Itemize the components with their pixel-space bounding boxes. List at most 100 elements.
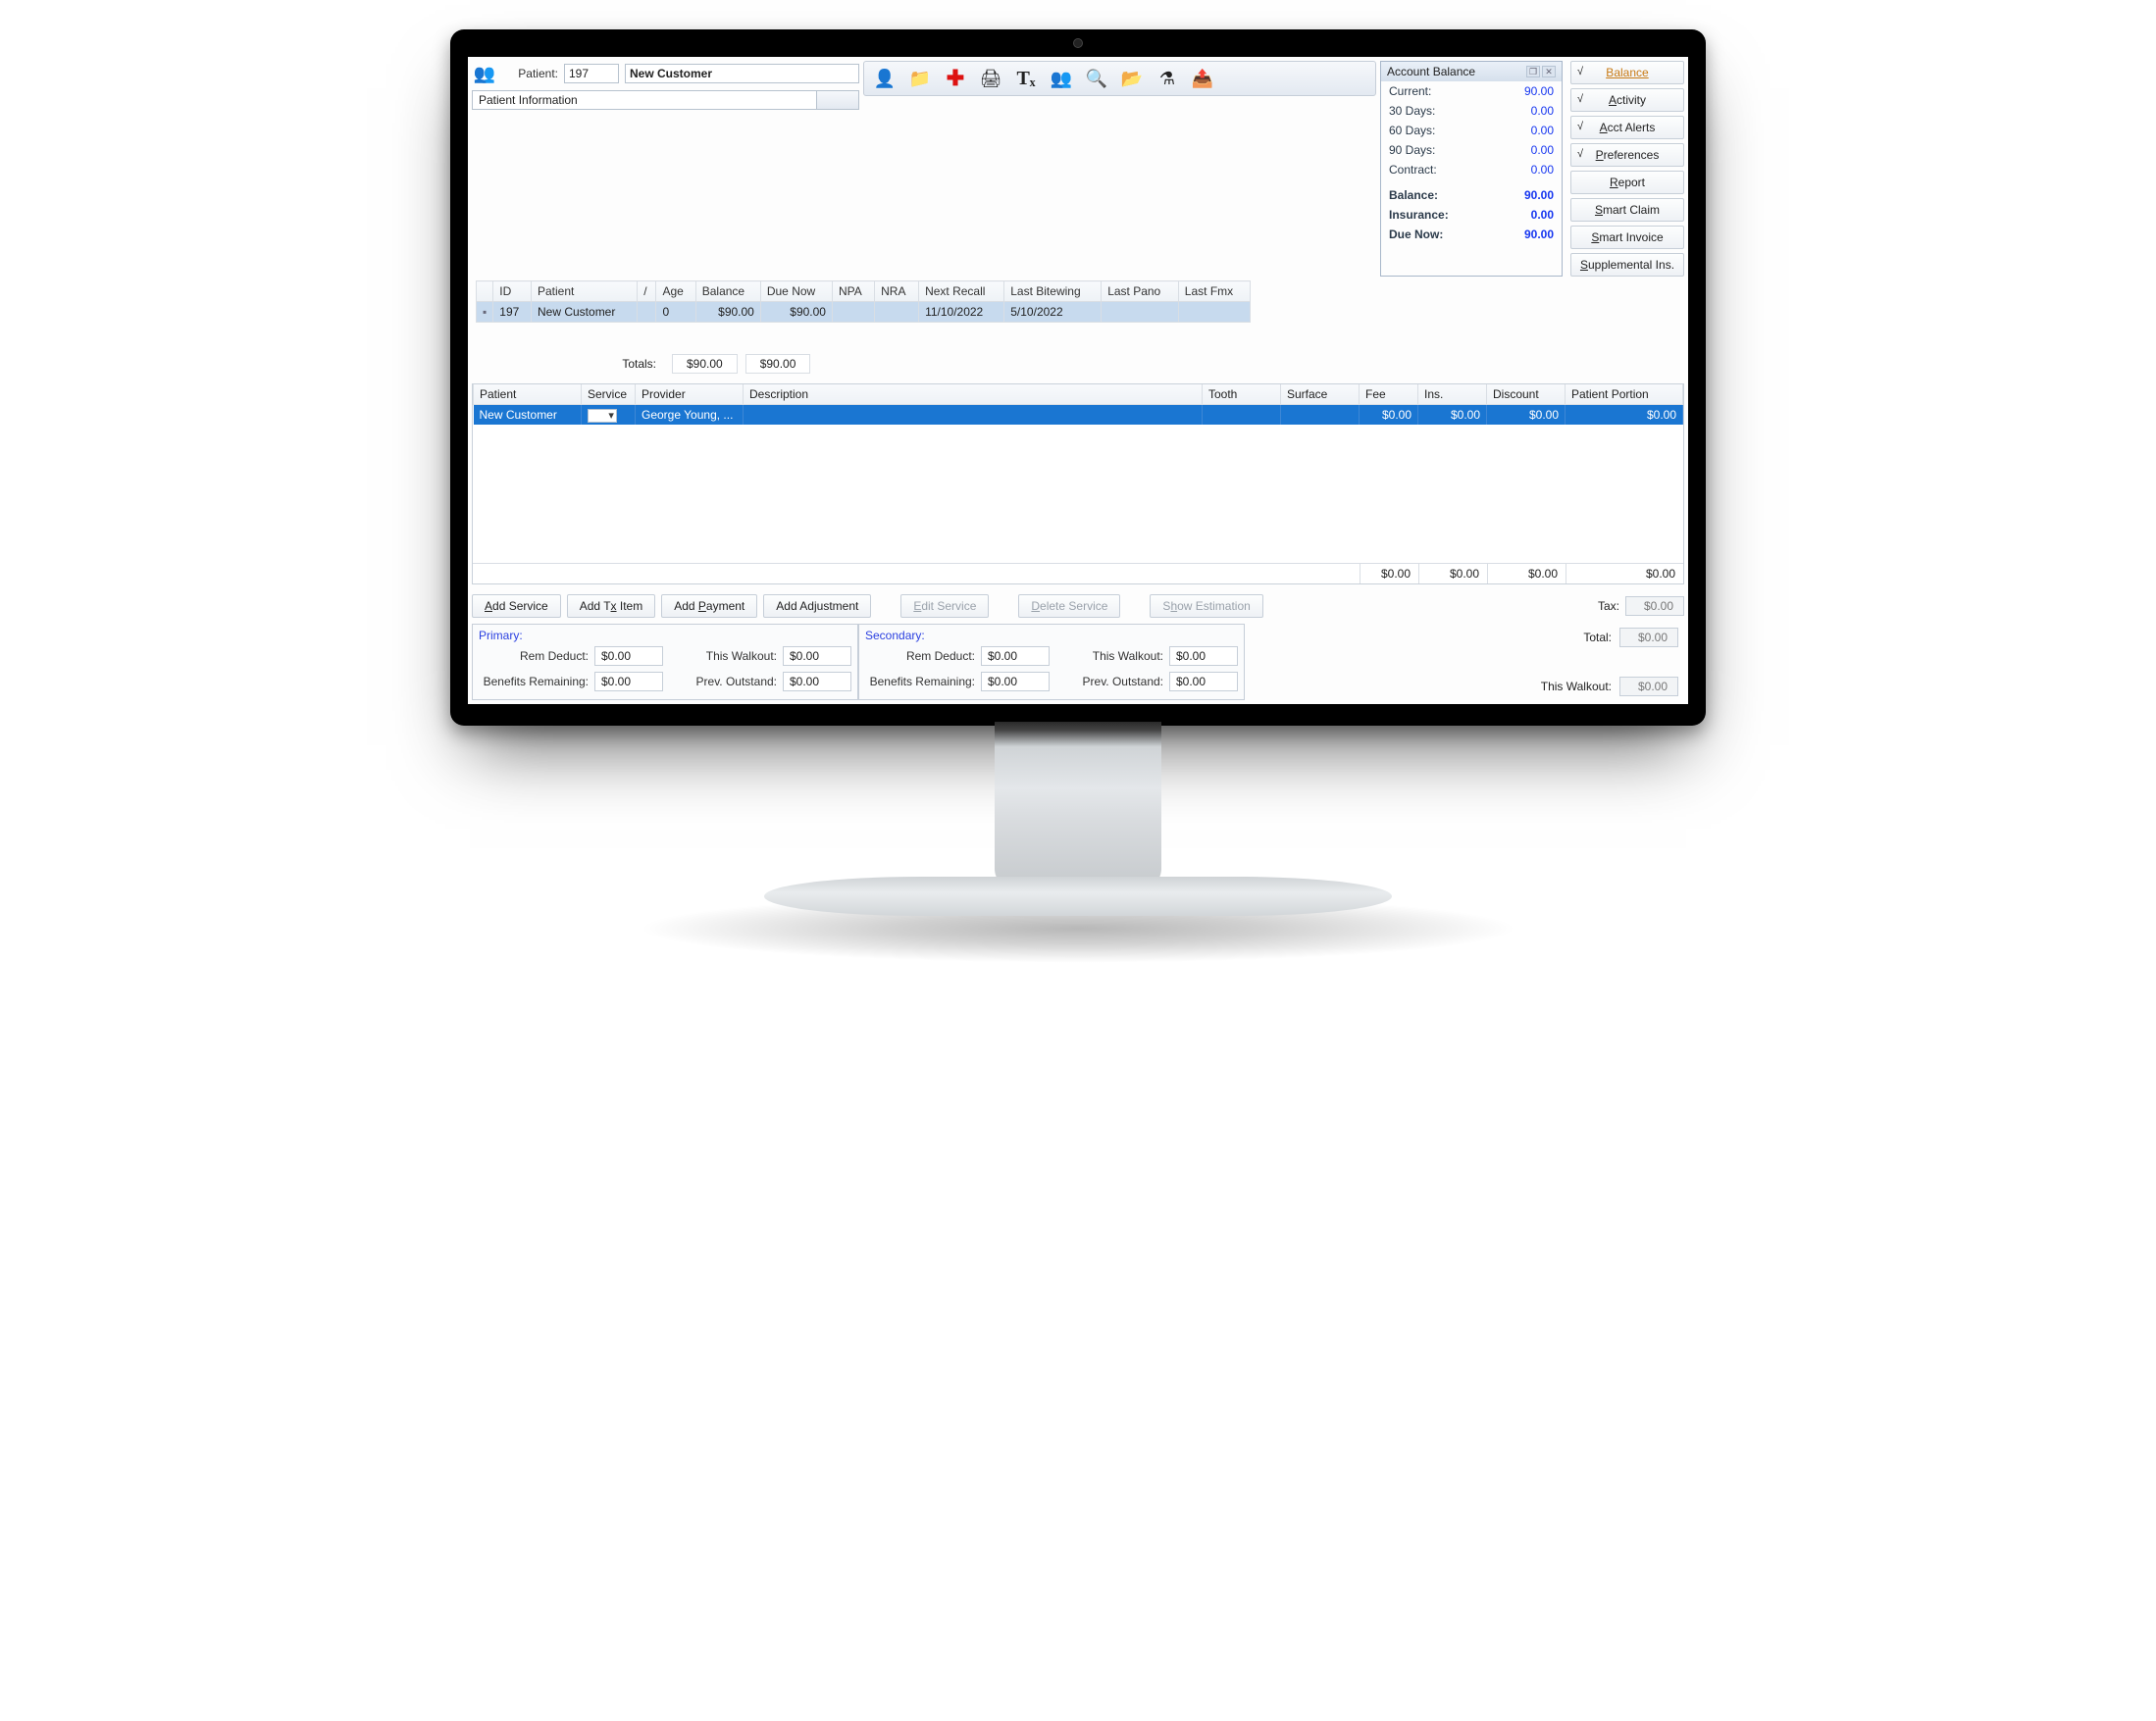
panel-restore-icon[interactable]: ❐	[1526, 66, 1540, 77]
patient-info-field[interactable]: Patient Information	[472, 90, 816, 110]
patient-info-dropdown-button[interactable]	[816, 90, 859, 110]
side-button-smart-claim[interactable]: Smart Claim	[1570, 198, 1684, 222]
primary-title: Primary:	[479, 629, 851, 642]
side-button-balance[interactable]: √Balance	[1570, 61, 1684, 84]
service-grid-header[interactable]: Discount	[1487, 384, 1566, 405]
patient-grid-cell-due_now: $90.00	[760, 302, 832, 323]
service-grid-header[interactable]: Description	[744, 384, 1203, 405]
secondary-rem-deduct-label: Rem Deduct:	[865, 649, 975, 663]
tx-icon[interactable]: Tₓ	[1011, 65, 1041, 92]
patient-grid-header[interactable]: NPA	[832, 281, 874, 302]
svc-portion: $0.00	[1566, 405, 1683, 426]
service-grid-header[interactable]: Service	[582, 384, 636, 405]
patient-grid-cell-id: 197	[493, 302, 532, 323]
patient-grid-header[interactable]: Due Now	[760, 281, 832, 302]
patient-grid-header[interactable]: Patient	[532, 281, 638, 302]
svc-patient: New Customer	[474, 405, 582, 426]
secondary-walkout: $0.00	[1169, 646, 1238, 666]
patient-grid-cell-slash	[638, 302, 656, 323]
tax-label: Tax:	[1598, 599, 1619, 613]
send-folder-icon[interactable]: 📤	[1188, 65, 1217, 92]
side-button-activity[interactable]: √Activity	[1570, 88, 1684, 112]
check-icon: √	[1577, 66, 1583, 77]
primary-insurance-panel: Primary: Rem Deduct: $0.00 This Walkout:…	[472, 624, 858, 700]
side-button-preferences[interactable]: √Preferences	[1570, 143, 1684, 167]
patient-grid-cell-last_bitewing: 5/10/2022	[1004, 302, 1102, 323]
svc-provider: George Young, ...	[636, 405, 744, 426]
edit-person-icon[interactable]: 👤	[870, 65, 899, 92]
totals-balance: $90.00	[672, 354, 738, 374]
secondary-rem-deduct: $0.00	[981, 646, 1050, 666]
patient-grid-header[interactable]: NRA	[875, 281, 919, 302]
service-grid-header[interactable]: Tooth	[1203, 384, 1281, 405]
check-icon: √	[1577, 93, 1583, 105]
patient-grid-header[interactable]	[477, 281, 493, 302]
service-grid-header[interactable]: Fee	[1360, 384, 1418, 405]
patient-grid-header[interactable]: Next Recall	[919, 281, 1004, 302]
side-button-supplemental-ins-[interactable]: Supplemental Ins.	[1570, 253, 1684, 277]
patient-id-field[interactable]: 197	[564, 64, 619, 83]
patient-grid-cell-patient: New Customer	[532, 302, 638, 323]
patient-grid-header[interactable]: /	[638, 281, 656, 302]
add-payment-button[interactable]: Add Payment	[661, 594, 757, 618]
this-walkout-label: This Walkout:	[1541, 680, 1612, 693]
flask-icon[interactable]: ⚗	[1153, 65, 1182, 92]
service-grid-header[interactable]: Patient	[474, 384, 582, 405]
svc-service-dropdown[interactable]: ▾	[582, 405, 636, 426]
secondary-insurance-panel: Secondary: Rem Deduct: $0.00 This Walkou…	[858, 624, 1245, 700]
service-grid-header[interactable]: Provider	[636, 384, 744, 405]
patient-grid-header[interactable]: Balance	[695, 281, 760, 302]
account-balance-row: 60 Days:0.00	[1381, 121, 1562, 140]
account-balance-row: 30 Days:0.00	[1381, 101, 1562, 121]
folder-icon[interactable]: 📁	[905, 65, 935, 92]
search-icon[interactable]: 🔍	[1082, 65, 1111, 92]
account-balance-panel: Account Balance ❐ ✕ Current:90.0030 Days…	[1380, 61, 1563, 277]
medical-cross-icon[interactable]: ✚	[941, 65, 970, 92]
patient-grid-cell-balance: $90.00	[695, 302, 760, 323]
add-tx-item-button[interactable]: Add Tx Item	[567, 594, 655, 618]
secondary-benefits-label: Benefits Remaining:	[865, 675, 975, 688]
secondary-benefits: $0.00	[981, 672, 1050, 691]
total-value: $0.00	[1619, 628, 1678, 647]
tax-value: $0.00	[1625, 596, 1684, 616]
service-grid-row[interactable]: New Customer ▾ George Young, ... $0.00 $…	[474, 405, 1683, 426]
service-grid-header[interactable]: Patient Portion	[1566, 384, 1683, 405]
svc-surface	[1281, 405, 1360, 426]
totals-label: Totals:	[537, 357, 664, 371]
add-service-button[interactable]: Add Service	[472, 594, 561, 618]
patient-grid-header[interactable]: Last Pano	[1102, 281, 1179, 302]
service-grid-footer: $0.00 $0.00 $0.00 $0.00	[473, 563, 1683, 583]
side-button-report[interactable]: Report	[1570, 171, 1684, 194]
service-grid-header[interactable]: Ins.	[1418, 384, 1487, 405]
open-folder-icon[interactable]: 📂	[1117, 65, 1147, 92]
edit-service-button[interactable]: Edit Service	[900, 594, 989, 618]
primary-prev-label: Prev. Outstand:	[669, 675, 777, 688]
service-grid-header[interactable]: Surface	[1281, 384, 1360, 405]
delete-service-button[interactable]: Delete Service	[1018, 594, 1120, 618]
print-icon[interactable]: 🖨	[976, 65, 1005, 92]
show-estimation-button[interactable]: Show Estimation	[1150, 594, 1262, 618]
secondary-prev: $0.00	[1169, 672, 1238, 691]
svc-tooth	[1203, 405, 1281, 426]
primary-rem-deduct: $0.00	[594, 646, 663, 666]
patient-grid-header[interactable]: Last Bitewing	[1004, 281, 1102, 302]
side-button-acct-alerts[interactable]: √Acct Alerts	[1570, 116, 1684, 139]
footer-discount: $0.00	[1487, 564, 1566, 583]
right-sidebar: √Balance √Activity √Acct Alerts √Preference…	[1566, 61, 1684, 277]
webcam-dot	[1073, 38, 1083, 48]
patient-grid-header[interactable]: ID	[493, 281, 532, 302]
patient-grid-row[interactable]: ▪197New Customer0$90.00$90.0011/10/20225…	[477, 302, 1251, 323]
patient-name-field[interactable]: New Customer	[625, 64, 859, 83]
patient-grid-header[interactable]: Last Fmx	[1178, 281, 1250, 302]
main-toolbar: 👤📁✚🖨Tₓ👥🔍📂⚗📤	[863, 61, 1376, 96]
patient-grid-cell-last_fmx	[1178, 302, 1250, 323]
add-adjustment-button[interactable]: Add Adjustment	[763, 594, 871, 618]
right-summary: Total: $0.00 This Walkout: $0.00	[1245, 624, 1684, 700]
patient-grid: IDPatient/AgeBalanceDue NowNPANRANext Re…	[476, 280, 1680, 374]
add-person-icon[interactable]: 👥	[1047, 65, 1076, 92]
side-button-smart-invoice[interactable]: Smart Invoice	[1570, 226, 1684, 249]
patient-grid-header[interactable]: Age	[656, 281, 695, 302]
panel-close-icon[interactable]: ✕	[1542, 66, 1556, 77]
patient-grid-cell-npa	[832, 302, 874, 323]
service-grid: PatientServiceProviderDescriptionToothSu…	[472, 383, 1684, 584]
